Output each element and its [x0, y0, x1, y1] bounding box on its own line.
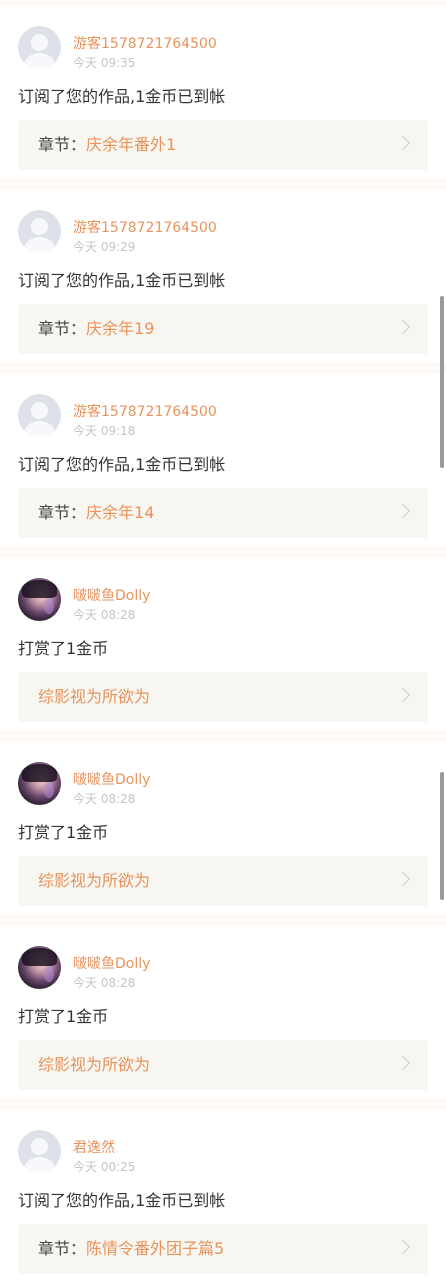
notification-message: 打赏了1金币: [18, 1007, 109, 1026]
chapter-prefix-label: 章节：: [38, 503, 87, 522]
timestamp: 今天 08:28: [73, 792, 136, 806]
notification-card[interactable]: 游客1578721764500 今天 09:29 订阅了您的作品,1金币已到帐章节：…: [0, 190, 446, 362]
default-avatar-icon[interactable]: [18, 394, 61, 437]
scrollbar-thumb[interactable]: [440, 296, 444, 468]
avatar-photo-detail: [22, 580, 57, 598]
avatar-head-shape: [31, 402, 48, 419]
notification-card[interactable]: 游客1578721764500 今天 09:35 订阅了您的作品,1金币已到帐章节：…: [0, 6, 446, 178]
notification-card[interactable]: 啵啵鱼Dolly 今天 08:28 打赏了1金币综影视为所欲为: [0, 742, 446, 914]
chevron-right-icon: [395, 1239, 411, 1255]
chapter-link[interactable]: 章节：庆余年19: [18, 304, 428, 354]
username[interactable]: 君逸然: [73, 1139, 115, 1157]
chevron-right-icon: [395, 503, 411, 519]
notification-card[interactable]: 游客1578721764500 今天 09:18 订阅了您的作品,1金币已到帐章节：…: [0, 374, 446, 546]
notification-card[interactable]: 啵啵鱼Dolly 今天 08:28 打赏了1金币综影视为所欲为: [0, 926, 446, 1098]
avatar-body-shape: [24, 421, 55, 437]
username[interactable]: 啵啵鱼Dolly: [73, 587, 150, 605]
timestamp: 今天 09:18: [73, 424, 136, 438]
default-avatar-icon[interactable]: [18, 1130, 61, 1173]
chapter-link[interactable]: 章节：陈情令番外团子篇5: [18, 1224, 428, 1274]
scrollbar-thumb[interactable]: [440, 772, 444, 900]
chapter-link[interactable]: 综影视为所欲为: [18, 1040, 428, 1090]
notification-message: 订阅了您的作品,1金币已到帐: [18, 1191, 226, 1210]
username[interactable]: 游客1578721764500: [73, 219, 217, 237]
timestamp: 今天 08:28: [73, 976, 136, 990]
username[interactable]: 啵啵鱼Dolly: [73, 771, 150, 789]
chapter-link-text: 章节：陈情令番外团子篇5: [38, 1238, 224, 1260]
timestamp: 今天 09:29: [73, 240, 136, 254]
chapter-title: 庆余年番外1: [86, 135, 177, 154]
avatar-photo-detail: [22, 764, 57, 782]
user-avatar[interactable]: [18, 946, 61, 989]
avatar-body-shape: [24, 53, 55, 69]
chapter-prefix-label: 章节：: [38, 1239, 87, 1258]
username[interactable]: 游客1578721764500: [73, 403, 217, 421]
chapter-title: 庆余年19: [86, 319, 155, 338]
user-avatar[interactable]: [18, 578, 61, 621]
chapter-link[interactable]: 章节：庆余年14: [18, 488, 428, 538]
chapter-link[interactable]: 章节：庆余年番外1: [18, 120, 428, 170]
username[interactable]: 游客1578721764500: [73, 35, 217, 53]
default-avatar-icon[interactable]: [18, 210, 61, 253]
avatar-body-shape: [24, 1157, 55, 1173]
username[interactable]: 啵啵鱼Dolly: [73, 955, 150, 973]
chevron-right-icon: [395, 687, 411, 703]
chapter-link-text: 综影视为所欲为: [38, 686, 150, 708]
avatar-head-shape: [31, 34, 48, 51]
notification-feed[interactable]: 游客1578721764500 今天 09:35 订阅了您的作品,1金币已到帐 章节：…: [0, 0, 446, 1280]
chapter-link-text: 章节：庆余年番外1: [38, 134, 176, 156]
chapter-link-text: 章节：庆余年19: [38, 318, 154, 340]
chapter-link[interactable]: 综影视为所欲为: [18, 672, 428, 722]
avatar-photo-detail: [44, 598, 54, 614]
chapter-title: 综影视为所欲为: [38, 1055, 151, 1074]
chapter-link-text: 综影视为所欲为: [38, 1054, 150, 1076]
chevron-right-icon: [395, 319, 411, 335]
user-avatar[interactable]: [18, 762, 61, 805]
chapter-link[interactable]: 综影视为所欲为: [18, 856, 428, 906]
chapter-title: 陈情令番外团子篇5: [86, 1239, 225, 1258]
avatar-head-shape: [31, 218, 48, 235]
timestamp: 今天 08:28: [73, 608, 136, 622]
notification-card[interactable]: 啵啵鱼Dolly 今天 08:28 打赏了1金币综影视为所欲为: [0, 558, 446, 730]
notification-message: 打赏了1金币: [18, 823, 109, 842]
notification-message: 打赏了1金币: [18, 639, 109, 658]
chapter-prefix-label: 章节：: [38, 319, 87, 338]
chevron-right-icon: [395, 1055, 411, 1071]
notification-message: 订阅了您的作品,1金币已到帐: [18, 455, 226, 474]
notification-card[interactable]: 君逸然今天 00:25 订阅了您的作品,1金币已到帐章节：陈情令番外团子篇5: [0, 1110, 446, 1280]
timestamp: 今天 09:35: [73, 56, 136, 70]
chevron-right-icon: [395, 871, 411, 887]
avatar-photo-detail: [22, 948, 57, 966]
avatar-photo-detail: [44, 782, 54, 798]
chapter-title: 庆余年14: [86, 503, 155, 522]
chapter-title: 综影视为所欲为: [38, 871, 151, 890]
chevron-right-icon: [395, 135, 411, 151]
notification-message: 订阅了您的作品,1金币已到帐: [18, 87, 226, 106]
chapter-link-text: 综影视为所欲为: [38, 870, 150, 892]
avatar-photo-detail: [44, 966, 54, 982]
avatar-body-shape: [24, 237, 55, 253]
notification-message: 订阅了您的作品,1金币已到帐: [18, 271, 226, 290]
chapter-link-text: 章节：庆余年14: [38, 502, 154, 524]
chapter-prefix-label: 章节：: [38, 135, 87, 154]
chapter-title: 综影视为所欲为: [38, 687, 151, 706]
avatar-head-shape: [31, 1138, 48, 1155]
default-avatar-icon[interactable]: [18, 26, 61, 69]
timestamp: 今天 00:25: [73, 1160, 136, 1174]
